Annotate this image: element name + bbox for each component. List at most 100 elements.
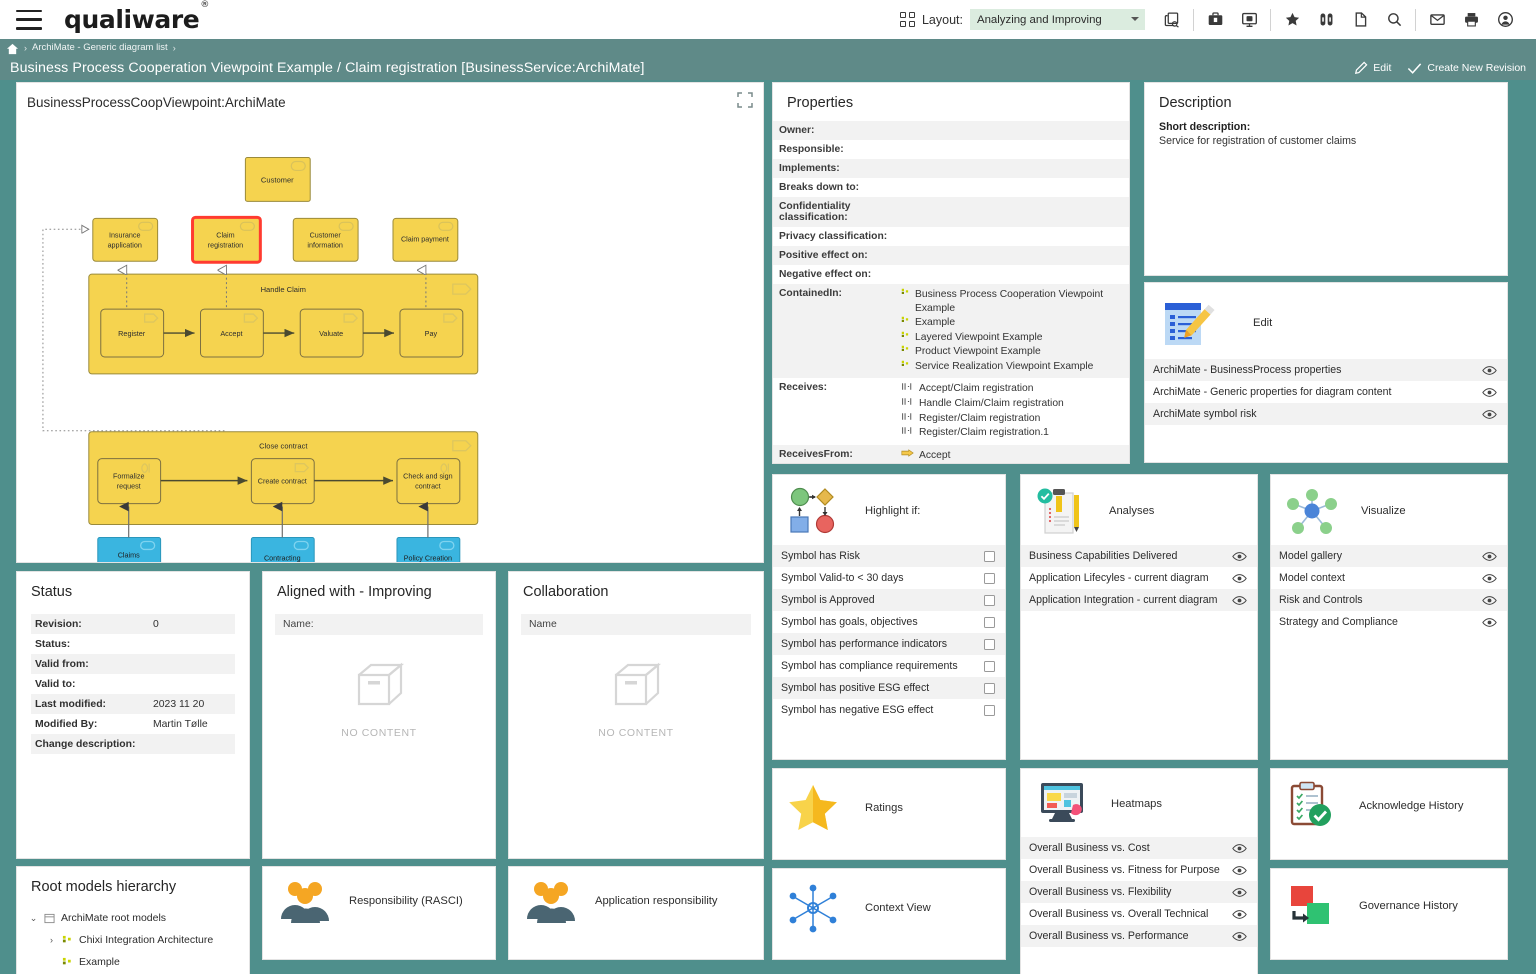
list-item[interactable]: Accept	[901, 448, 1123, 463]
list-item[interactable]: Application Lifecyles - current diagram	[1021, 567, 1257, 589]
compare-columns-icon[interactable]	[1309, 6, 1343, 34]
highlight-checkbox-symbol-has-risk[interactable]	[984, 550, 995, 562]
check-icon	[1408, 62, 1422, 74]
account-icon[interactable]	[1488, 6, 1522, 34]
print-icon[interactable]	[1454, 6, 1488, 34]
presentation-icon[interactable]	[1232, 6, 1266, 34]
eye-icon[interactable]	[1482, 551, 1497, 562]
list-item[interactable]: Overall Business vs. Fitness for Purpose	[1021, 859, 1257, 881]
list-item[interactable]: Symbol has negative ESG effect	[773, 699, 1005, 721]
layout-select[interactable]: Analyzing and Improving	[970, 9, 1145, 30]
highlight-checkbox-valid-to[interactable]	[984, 572, 995, 584]
mail-icon[interactable]	[1420, 6, 1454, 34]
tree-node-example[interactable]: Example	[29, 951, 249, 973]
aligned-with-panel: Aligned with - Improving Name: NO CONTEN…	[262, 571, 496, 859]
eye-icon[interactable]	[1232, 595, 1247, 606]
list-item[interactable]: ArchiMate - BusinessProcess properties	[1145, 359, 1507, 381]
eye-icon[interactable]	[1232, 887, 1247, 898]
eye-icon[interactable]	[1482, 387, 1497, 398]
list-item[interactable]: Register/Claim registration	[901, 412, 1123, 426]
list-item[interactable]: Model context	[1271, 567, 1507, 589]
list-item[interactable]: Overall Business vs. Overall Technical	[1021, 903, 1257, 925]
list-item[interactable]: Business Capabilities Delivered	[1021, 545, 1257, 567]
list-item-label: Symbol has Risk	[781, 550, 860, 562]
acknowledge-history-panel[interactable]: Acknowledge History	[1270, 768, 1508, 860]
eye-icon[interactable]	[1482, 409, 1497, 420]
list-item[interactable]: Model gallery	[1271, 545, 1507, 567]
highlight-checkbox-is-approved[interactable]	[984, 594, 995, 606]
star-icon[interactable]	[1275, 6, 1309, 34]
list-item[interactable]: Overall Business vs. Flexibility	[1021, 881, 1257, 903]
list-item[interactable]: Symbol has compliance requirements	[773, 655, 1005, 677]
eye-icon[interactable]	[1232, 931, 1247, 942]
list-item[interactable]: Symbol has positive ESG effect	[773, 677, 1005, 699]
create-new-revision-button[interactable]: Create New Revision	[1407, 62, 1526, 75]
list-item[interactable]: Symbol Valid-to < 30 days	[773, 567, 1005, 589]
eye-icon[interactable]	[1482, 617, 1497, 628]
list-item[interactable]: Symbol is Approved	[773, 589, 1005, 611]
table-row: Receives: Accept/Claim registration Hand…	[773, 378, 1129, 444]
list-item[interactable]: Register/Claim registration.1	[901, 426, 1123, 440]
copy-diagram-icon[interactable]	[1155, 6, 1189, 34]
highlight-checkbox-performance-indicators[interactable]	[984, 638, 995, 650]
list-item[interactable]: Layered Viewpoint Example	[901, 331, 1123, 345]
application-responsibility-panel[interactable]: Application responsibility	[508, 866, 764, 960]
search-icon[interactable]	[1377, 6, 1411, 34]
highlight-label: Highlight if:	[865, 505, 921, 517]
eye-icon[interactable]	[1232, 865, 1247, 876]
list-item[interactable]: Service Realization Viewpoint Example	[901, 360, 1123, 374]
svg-text:registration: registration	[208, 241, 243, 249]
list-item[interactable]: Symbol has performance indicators	[773, 633, 1005, 655]
chevron-down-icon[interactable]: ⌄	[29, 913, 38, 924]
tree-node-chixi-integration-architecture[interactable]: › Chixi Integration Architecture	[29, 929, 249, 951]
eye-icon[interactable]	[1482, 365, 1497, 376]
list-item[interactable]: Risk and Controls	[1271, 589, 1507, 611]
expand-icon[interactable]	[737, 92, 753, 108]
highlight-checkbox-goals-objectives[interactable]	[984, 616, 995, 628]
diagram-node-claim-payment: Claim payment	[392, 217, 459, 262]
list-item[interactable]: Product Viewpoint Example	[901, 345, 1123, 359]
eye-icon[interactable]	[1232, 551, 1247, 562]
list-item[interactable]: Business Process Cooperation Viewpoint E…	[901, 288, 1123, 315]
contained-in-list: Business Process Cooperation Viewpoint E…	[901, 288, 1123, 373]
home-icon[interactable]	[6, 42, 19, 54]
heatmap-screen-icon	[1041, 783, 1083, 822]
highlight-checkbox-compliance-requirements[interactable]	[984, 660, 995, 672]
list-item[interactable]: Overall Business vs. Cost	[1021, 837, 1257, 859]
ratings-panel[interactable]: Ratings	[772, 768, 1006, 860]
list-item[interactable]: Application Integration - current diagra…	[1021, 589, 1257, 611]
list-item[interactable]: ArchiMate - Generic properties for diagr…	[1145, 381, 1507, 403]
list-item[interactable]: Handle Claim/Claim registration	[901, 397, 1123, 411]
list-item[interactable]: Example	[901, 316, 1123, 330]
highlight-checkbox-negative-esg[interactable]	[984, 704, 995, 716]
context-view-panel[interactable]: Context View	[772, 868, 1006, 960]
menu-hamburger-icon[interactable]	[16, 9, 42, 30]
chevron-right-icon[interactable]: ›	[47, 935, 56, 945]
governance-history-panel[interactable]: Governance History	[1270, 868, 1508, 960]
diagram-step-register: Register	[100, 308, 165, 358]
eye-icon[interactable]	[1232, 843, 1247, 854]
archimate-diagram[interactable]: Customer Insurance application Claim reg…	[17, 119, 763, 563]
edit-button[interactable]: Edit	[1354, 61, 1391, 75]
description-panel-title: Description	[1159, 95, 1232, 111]
eye-icon[interactable]	[1482, 595, 1497, 606]
list-item[interactable]: Symbol has Risk	[773, 545, 1005, 567]
highlight-checkbox-positive-esg[interactable]	[984, 682, 995, 694]
eye-icon[interactable]	[1232, 573, 1247, 584]
eye-icon[interactable]	[1232, 909, 1247, 920]
list-item[interactable]: Accept/Claim registration	[901, 382, 1123, 396]
list-item[interactable]: Symbol has goals, objectives	[773, 611, 1005, 633]
table-row: Last modified: 2023 11 20	[31, 694, 235, 714]
tree-node-archimate-root-models[interactable]: ⌄ ArchiMate root models	[29, 907, 249, 929]
document-icon[interactable]	[1343, 6, 1377, 34]
briefcase-icon[interactable]	[1198, 6, 1232, 34]
eye-icon[interactable]	[1482, 573, 1497, 584]
list-item[interactable]: ArchiMate symbol risk	[1145, 403, 1507, 425]
list-item[interactable]: Overall Business vs. Performance	[1021, 925, 1257, 947]
list-item[interactable]: Strategy and Compliance	[1271, 611, 1507, 633]
analyses-label: Analyses	[1109, 505, 1155, 517]
rasci-panel[interactable]: Responsibility (RASCI)	[262, 866, 496, 960]
breadcrumb-item-archimate-list[interactable]: ArchiMate - Generic diagram list	[32, 42, 168, 53]
star-half-icon	[789, 785, 837, 830]
list-item[interactable]: Handle Claim	[901, 463, 1123, 464]
